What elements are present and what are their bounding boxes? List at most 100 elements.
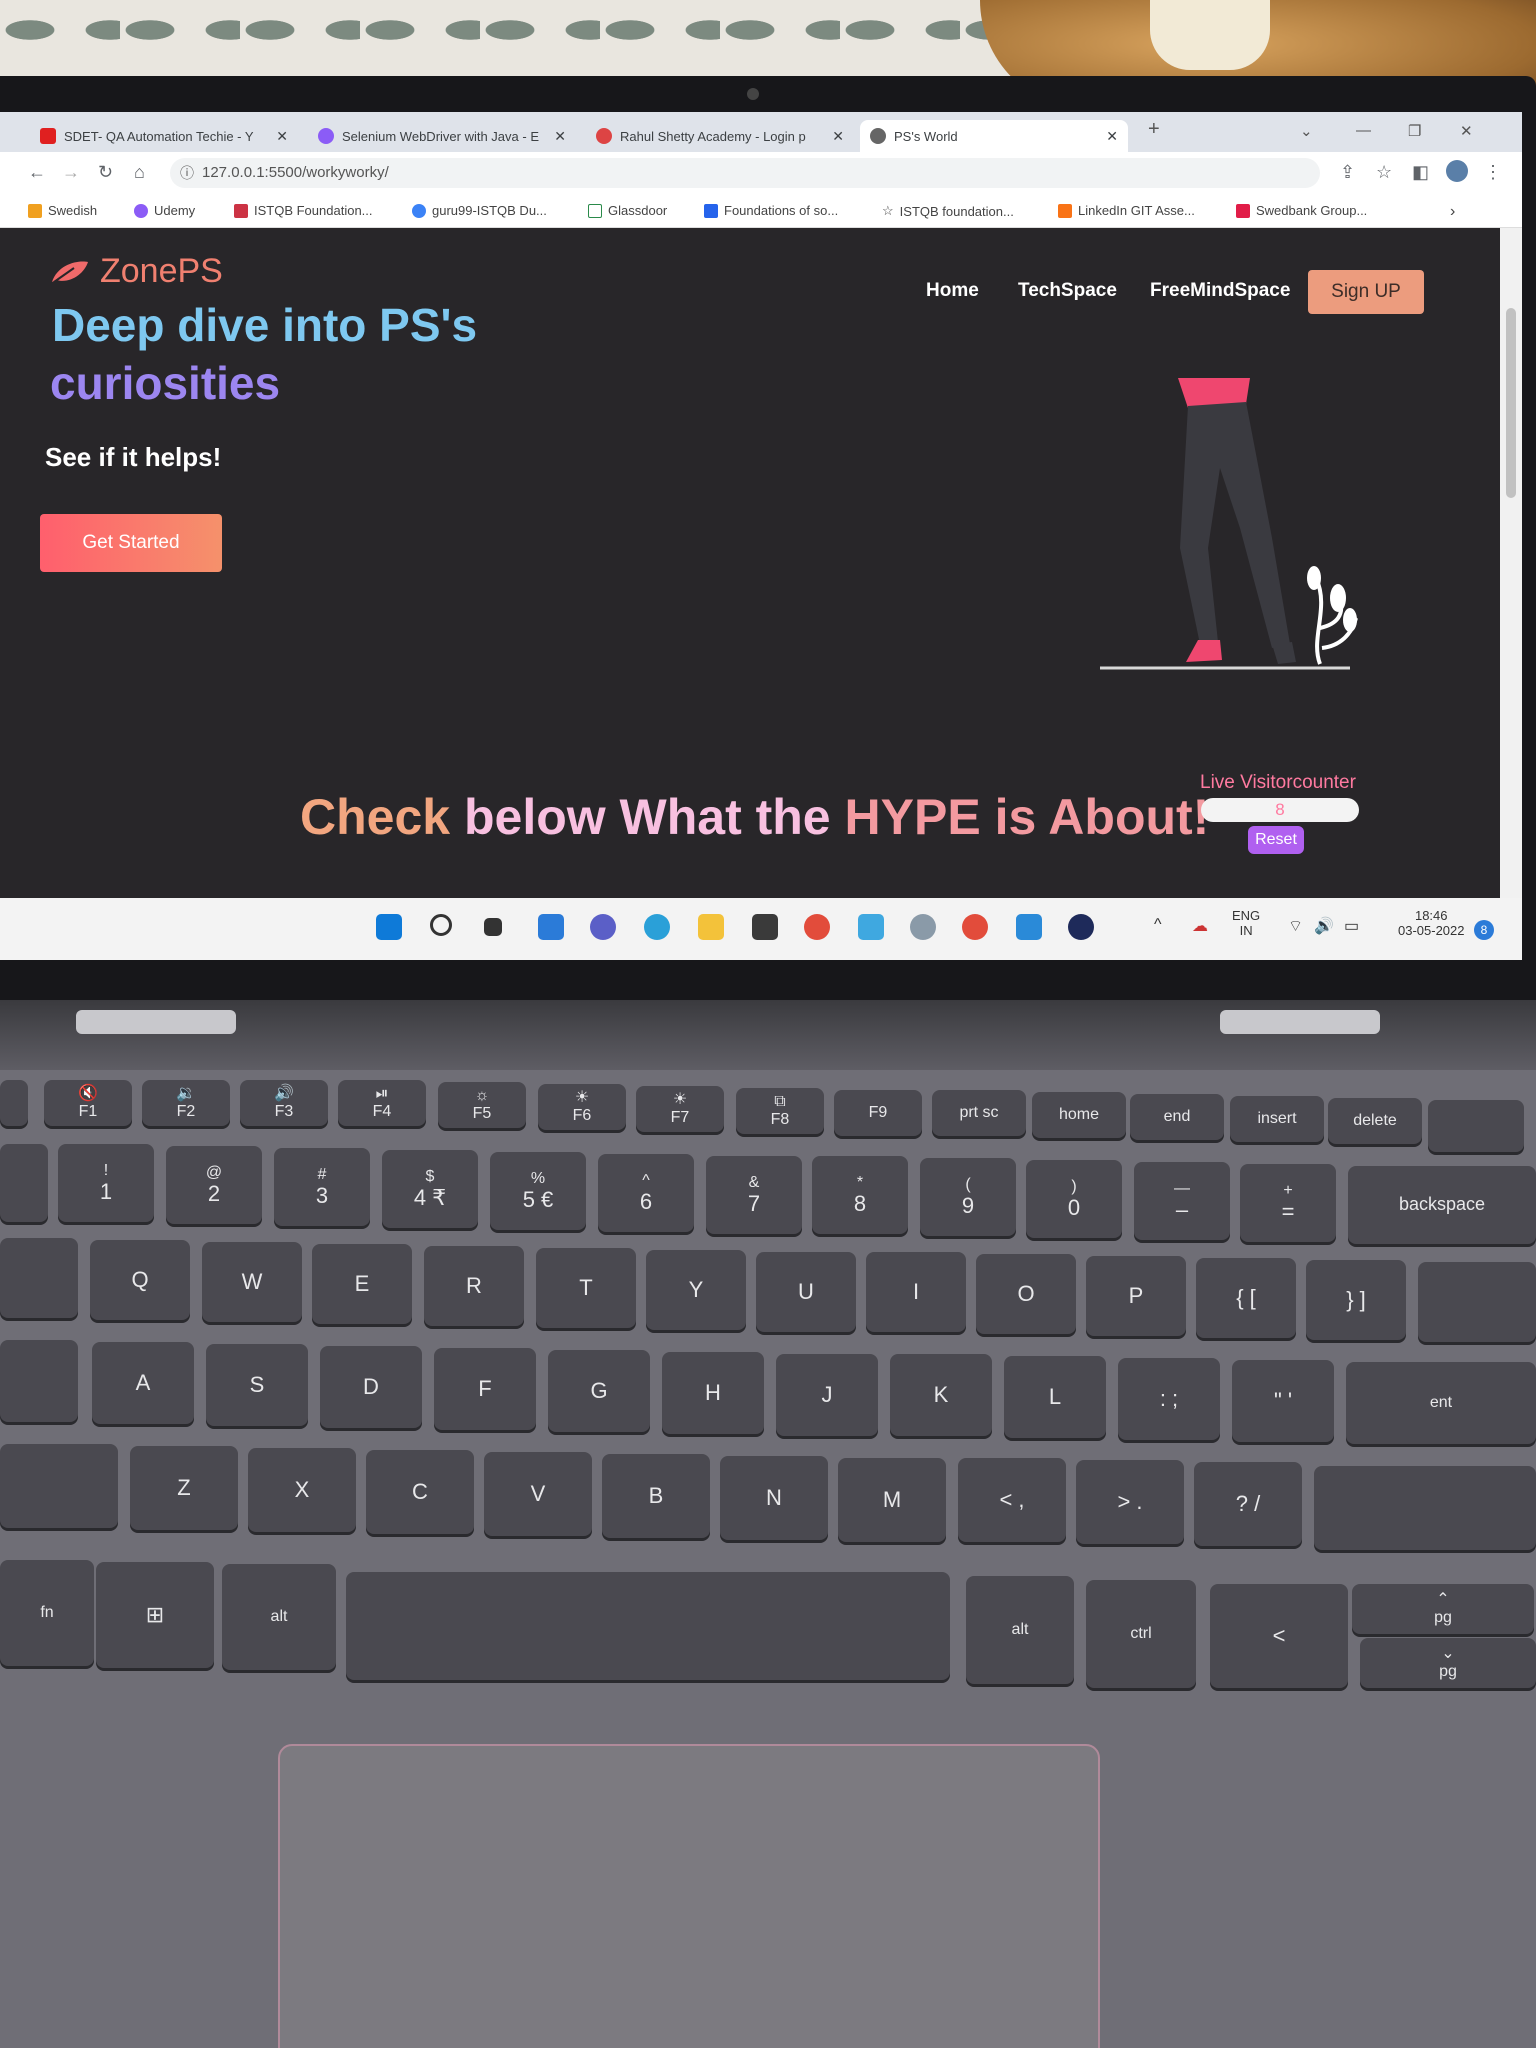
sidepanel-icon[interactable]: ◧ — [1412, 162, 1429, 183]
browser-tab[interactable]: Rahul Shetty Academy - Login p ✕ — [586, 120, 854, 152]
key-d[interactable]: D — [320, 1346, 422, 1428]
key-space[interactable] — [346, 1572, 950, 1680]
key-x[interactable]: X — [248, 1448, 356, 1532]
key-home[interactable]: home — [1032, 1092, 1126, 1138]
restore-icon[interactable]: ❐ — [1408, 122, 1421, 140]
key-arrow-left[interactable]: < — [1210, 1584, 1348, 1688]
key-semicolon[interactable]: : ; — [1118, 1358, 1220, 1440]
search-icon[interactable] — [430, 914, 452, 936]
key-f1[interactable]: 🔇 F1 — [44, 1080, 132, 1126]
chevron-up-icon[interactable]: ^ — [1154, 916, 1162, 934]
chevron-right-icon[interactable]: › — [1450, 203, 1455, 221]
key-3[interactable]: #3 — [274, 1148, 370, 1226]
key-v[interactable]: V — [484, 1452, 592, 1536]
key-insert[interactable]: insert — [1230, 1096, 1324, 1142]
key-g[interactable]: G — [548, 1350, 650, 1432]
sticky-notes-icon[interactable] — [752, 914, 778, 940]
key-tab[interactable] — [0, 1238, 78, 1318]
onedrive-icon[interactable]: ☁ — [1192, 916, 1208, 936]
forward-icon[interactable]: → — [62, 162, 80, 183]
key-minus[interactable]: — – — [1134, 1162, 1230, 1240]
minimize-icon[interactable]: — — [1356, 122, 1371, 139]
reload-icon[interactable]: ↻ — [98, 162, 113, 183]
key-5[interactable]: % 5 € — [490, 1152, 586, 1230]
key-p[interactable]: P — [1086, 1256, 1186, 1336]
key-n[interactable]: N — [720, 1456, 828, 1540]
language-indicator[interactable]: ENG IN — [1232, 908, 1260, 938]
edge-icon[interactable] — [644, 914, 670, 940]
scrollbar-thumb[interactable] — [1506, 308, 1516, 498]
key-b[interactable]: B — [602, 1454, 710, 1538]
volume-icon[interactable]: 🔊 — [1314, 916, 1334, 936]
key-1[interactable]: ! 1 — [58, 1144, 154, 1222]
key-backspace[interactable]: backspace — [1348, 1166, 1536, 1244]
task-view-icon[interactable] — [484, 918, 502, 936]
key-j[interactable]: J — [776, 1354, 878, 1436]
key-ctrl[interactable]: ctrl — [1086, 1580, 1196, 1688]
notepad-icon[interactable] — [858, 914, 884, 940]
key-q[interactable]: Q — [90, 1240, 190, 1320]
key-pg-up[interactable]: ⌃ pg — [1352, 1584, 1534, 1634]
teams-chat-icon[interactable] — [590, 914, 616, 940]
info-icon[interactable]: ⓘ — [180, 158, 194, 188]
key-f3[interactable]: 🔊 F3 — [240, 1080, 328, 1126]
key-s[interactable]: S — [206, 1344, 308, 1426]
key-4[interactable]: $4 ₹ — [382, 1150, 478, 1228]
key-2[interactable]: @2 — [166, 1146, 262, 1224]
chrome-icon[interactable] — [962, 914, 988, 940]
chrome-icon[interactable] — [804, 914, 830, 940]
menu-icon[interactable]: ⋮ — [1484, 162, 1502, 183]
key-slash[interactable]: ? / — [1194, 1462, 1302, 1546]
close-window-icon[interactable]: ✕ — [1460, 122, 1473, 140]
key-y[interactable]: Y — [646, 1250, 746, 1330]
avatar[interactable] — [1446, 160, 1468, 182]
key-f6[interactable]: ☀ F6 — [538, 1084, 626, 1130]
browser-tab[interactable]: Selenium WebDriver with Java - E ✕ — [308, 120, 576, 152]
key-quote[interactable]: " ' — [1232, 1360, 1334, 1442]
key-a[interactable]: A — [92, 1342, 194, 1424]
key-f4[interactable]: ⏯ F4 — [338, 1080, 426, 1126]
site-logo[interactable]: ZonePS — [50, 252, 223, 291]
address-bar[interactable]: ⓘ 127.0.0.1:5500/workyworky/ — [170, 158, 1320, 188]
key-7[interactable]: & 7 — [706, 1156, 802, 1234]
close-icon[interactable]: ✕ — [832, 128, 844, 145]
browser-tab[interactable]: SDET- QA Automation Techie - Y ✕ — [30, 120, 298, 152]
key-fn[interactable]: fn — [0, 1560, 94, 1666]
key-w[interactable]: W — [202, 1242, 302, 1322]
star-icon[interactable]: ☆ — [1376, 162, 1392, 183]
key-end[interactable]: end — [1130, 1094, 1224, 1140]
key-right-shift[interactable] — [1314, 1466, 1536, 1550]
page-scrollbar[interactable] — [1500, 228, 1522, 898]
key-k[interactable]: K — [890, 1354, 992, 1436]
key-f8[interactable]: ⧉ F8 — [736, 1088, 824, 1134]
key-delete[interactable]: delete — [1328, 1098, 1422, 1144]
close-icon[interactable]: ✕ — [1106, 128, 1118, 145]
eclipse-icon[interactable] — [1068, 914, 1094, 940]
back-icon[interactable]: ← — [28, 162, 46, 183]
key-windows[interactable]: ⊞ — [96, 1562, 214, 1668]
key-0[interactable]: ) 0 — [1026, 1160, 1122, 1238]
new-tab-button[interactable]: + — [1148, 118, 1160, 141]
key-f[interactable]: F — [434, 1348, 536, 1430]
key-e[interactable]: E — [312, 1244, 412, 1324]
key-8[interactable]: * 8 — [812, 1156, 908, 1234]
windows-start-icon[interactable] — [376, 914, 402, 940]
bookmark[interactable]: LinkedIn GIT Asse... — [1058, 203, 1195, 218]
file-explorer-icon[interactable] — [698, 914, 724, 940]
key-f9[interactable]: F9 — [834, 1090, 922, 1136]
key-lock[interactable] — [0, 1080, 28, 1126]
vscode-icon[interactable] — [1016, 914, 1042, 940]
bookmark[interactable]: guru99-ISTQB Du... — [412, 203, 547, 218]
key-f2[interactable]: 🔉 F2 — [142, 1080, 230, 1126]
bookmark[interactable]: Foundations of so... — [704, 203, 838, 218]
bookmark[interactable]: Swedbank Group... — [1236, 203, 1367, 218]
key-right-bracket[interactable]: } ] — [1306, 1260, 1406, 1340]
share-icon[interactable]: ⇪ — [1340, 162, 1355, 183]
widgets-icon[interactable] — [538, 914, 564, 940]
key-f5[interactable]: ☼ F5 — [438, 1082, 526, 1128]
clock[interactable]: 18:46 03-05-2022 — [1398, 908, 1465, 938]
key-enter[interactable]: ent — [1346, 1362, 1536, 1444]
settings-gear-icon[interactable] — [910, 914, 936, 940]
key-period[interactable]: > . — [1076, 1460, 1184, 1544]
key-o[interactable]: O — [976, 1254, 1076, 1334]
